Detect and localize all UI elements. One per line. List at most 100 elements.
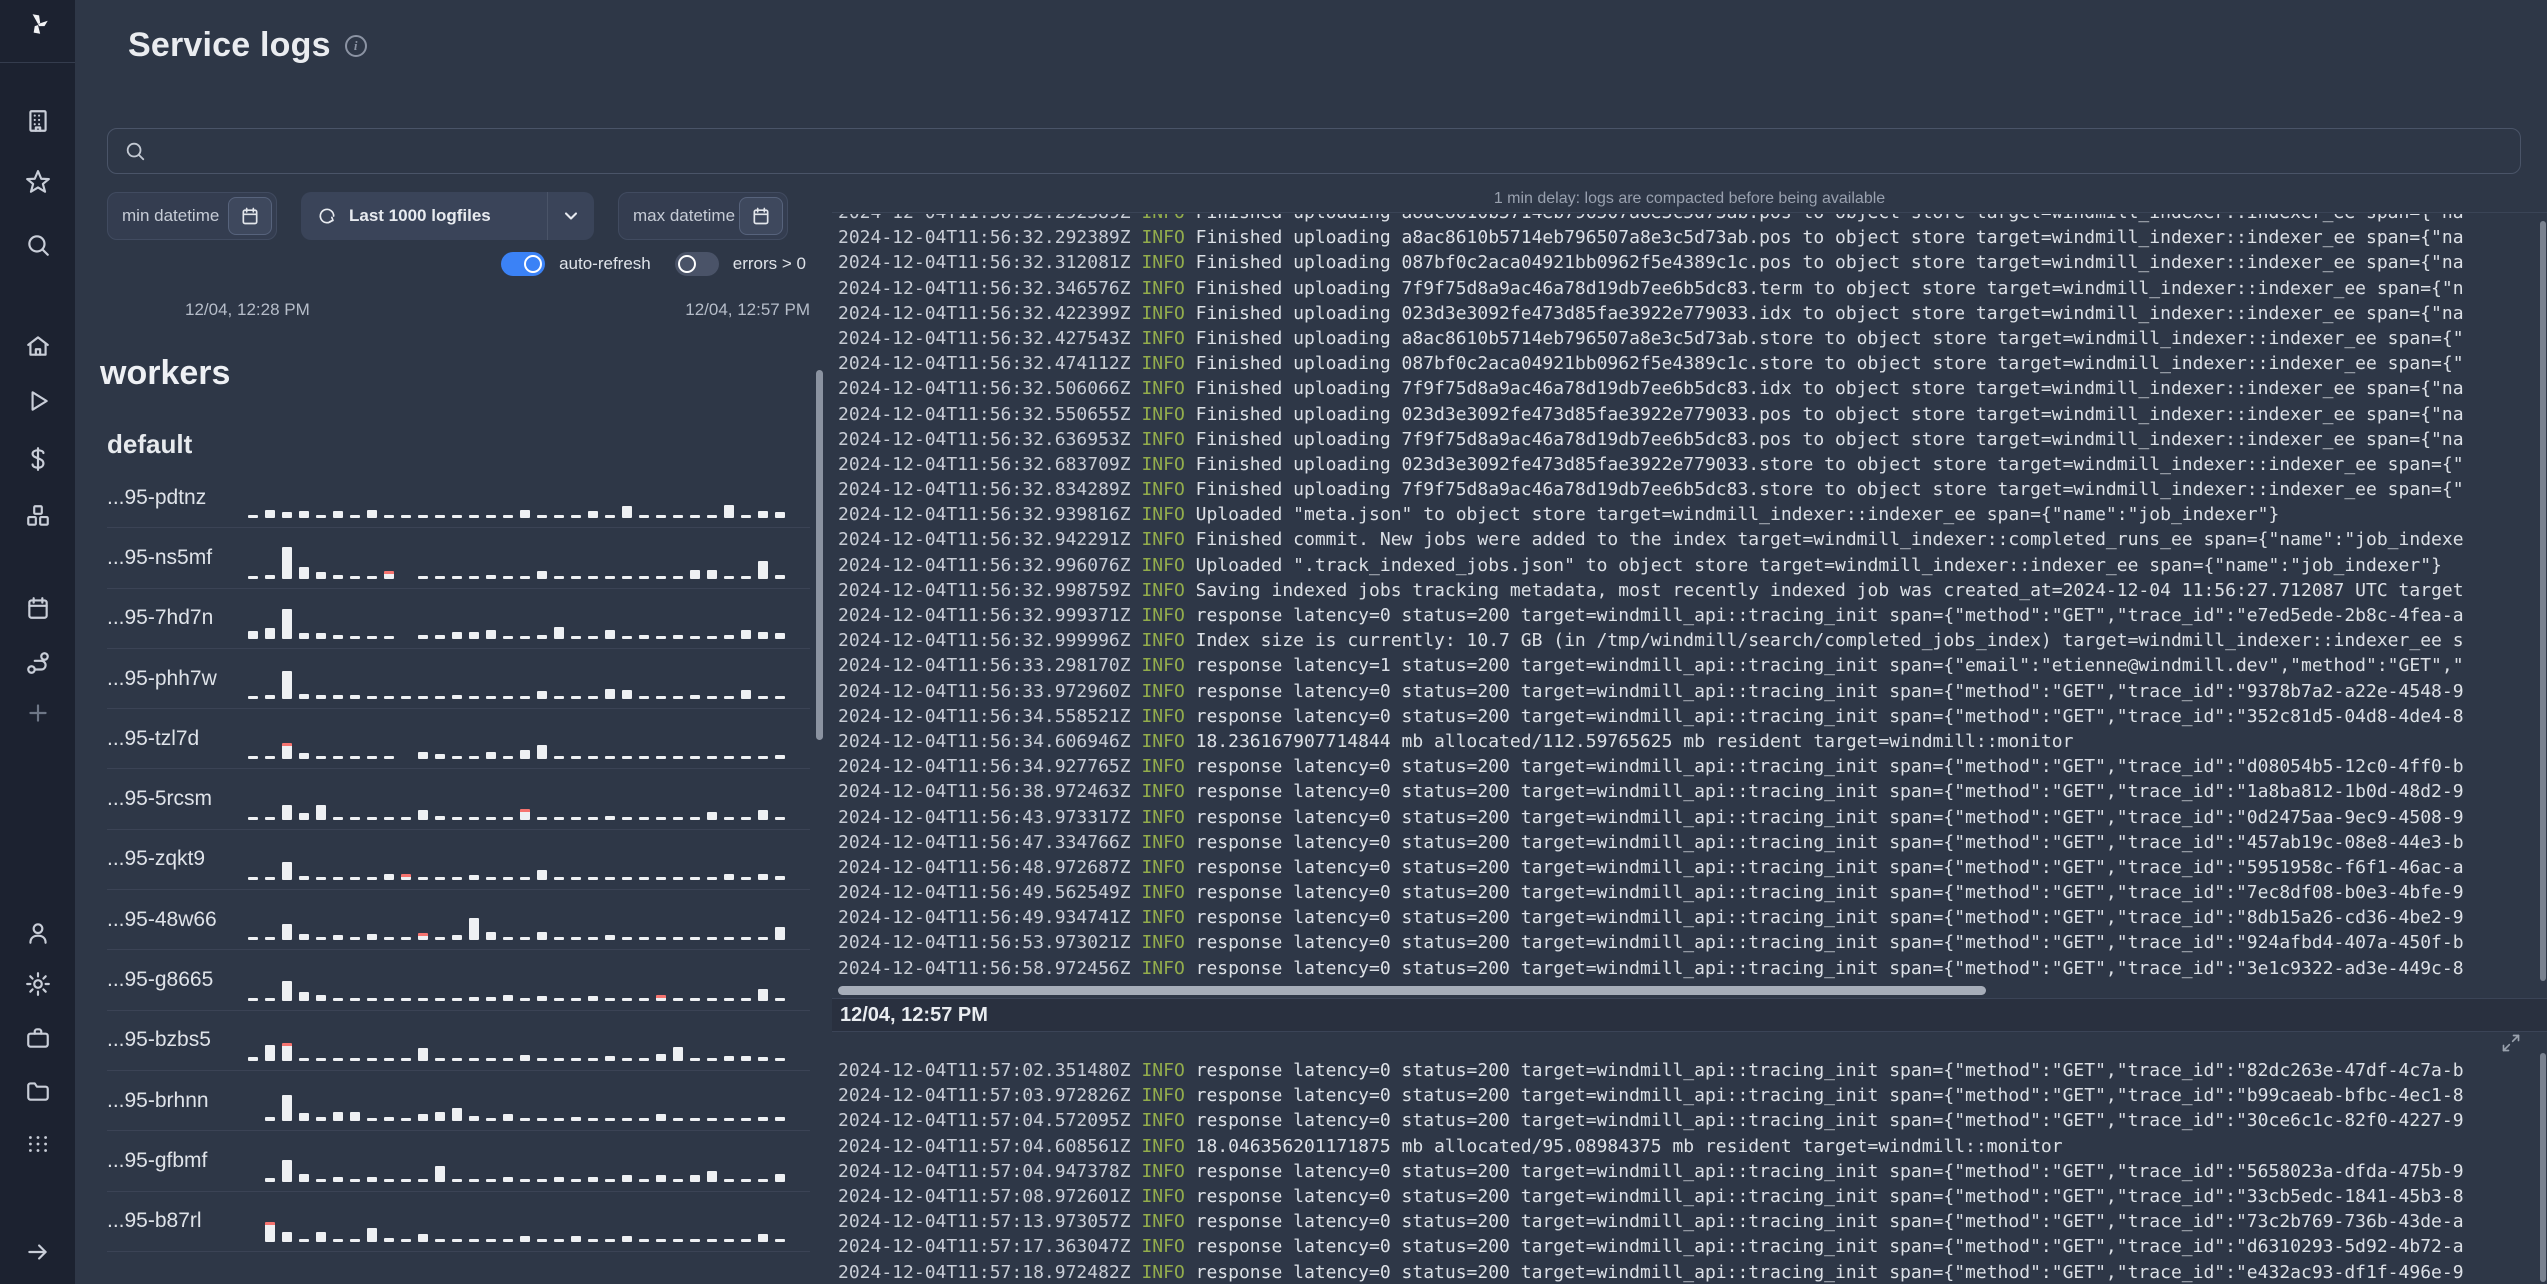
log-timestamp: 2024-12-04T11:56:34.927765Z [838, 756, 1142, 778]
gear-icon[interactable] [24, 970, 52, 998]
activity-bar [588, 877, 598, 881]
log-top-vertical-scrollbar[interactable] [2540, 221, 2546, 981]
windmill-logo-icon[interactable] [24, 10, 52, 38]
worker-row[interactable]: ...95-ns5mf [107, 528, 810, 589]
activity-bar [384, 570, 394, 579]
activity-bar [282, 1095, 292, 1122]
expand-sidebar-arrow-icon[interactable] [24, 1238, 52, 1266]
activity-bar [435, 815, 445, 820]
worker-name: ...95-bzbs5 [107, 1028, 211, 1052]
briefcase-icon[interactable] [24, 1024, 52, 1052]
worker-row[interactable]: ...95-gfbmf [107, 1131, 810, 1192]
log-message: response latency=0 status=200 target=win… [1195, 907, 2464, 929]
activity-bar [316, 1231, 326, 1242]
activity-bar [248, 937, 258, 941]
search-nav-icon[interactable] [24, 231, 52, 259]
log-message: response latency=0 status=200 target=win… [1195, 806, 2464, 828]
plus-icon[interactable] [24, 699, 52, 727]
log-line: 2024-12-04T11:56:32.292389Z INFO Finishe… [838, 225, 2537, 250]
activity-bar [690, 877, 700, 881]
worker-row[interactable]: ...95-b87rl [107, 1192, 810, 1252]
log-bottom-vertical-scrollbar[interactable] [2540, 1053, 2546, 1282]
activity-bar [299, 991, 309, 1001]
activity-bar [384, 1117, 394, 1122]
worker-row[interactable]: ...95-phh7w [107, 649, 810, 710]
log-viewer-top[interactable]: 2024-12-04T11:56:32.292389Z INFO Finishe… [838, 214, 2537, 984]
activity-bar [741, 1055, 751, 1061]
log-line: 2024-12-04T11:56:32.942291Z INFO Finishe… [838, 527, 2537, 552]
worker-row[interactable]: ...95-zqkt9 [107, 830, 810, 891]
grid-dots-icon[interactable] [24, 1130, 52, 1158]
activity-bar [486, 816, 496, 820]
route-icon[interactable] [24, 649, 52, 677]
activity-bar [486, 1178, 496, 1182]
activity-bar [639, 997, 649, 1001]
max-datetime-input[interactable]: max datetime [618, 192, 788, 240]
resources-boxes-icon[interactable] [24, 502, 52, 530]
runs-play-icon[interactable] [24, 387, 52, 415]
activity-bar [435, 696, 445, 700]
activity-bar [520, 575, 530, 579]
activity-bar [537, 816, 547, 820]
errors-toggle[interactable] [674, 252, 719, 276]
activity-bar [299, 1113, 309, 1122]
expand-icon[interactable] [2501, 1033, 2521, 1053]
activity-bar [554, 877, 564, 881]
activity-bar [435, 754, 445, 760]
search-input[interactable] [107, 128, 2521, 174]
logfiles-dropdown[interactable]: Last 1000 logfiles [301, 192, 594, 240]
auto-refresh-toggle[interactable] [501, 252, 546, 276]
activity-bar [622, 1174, 632, 1182]
activity-bar [588, 511, 598, 519]
activity-bar [333, 1057, 343, 1061]
workers-scrollbar[interactable] [816, 370, 823, 740]
dropdown-chevron-button[interactable] [548, 206, 594, 226]
log-level: INFO [1141, 252, 1196, 274]
worker-row[interactable]: ...95-pdtnz [107, 468, 810, 529]
min-datetime-calendar-button[interactable] [228, 197, 272, 235]
activity-bar [724, 1178, 734, 1182]
activity-bar [367, 1118, 377, 1122]
dollar-icon[interactable] [24, 445, 52, 473]
activity-bar [656, 937, 666, 941]
worker-row[interactable]: ...95-tzl7d [107, 709, 810, 770]
activity-bar [622, 756, 632, 760]
log-timestamp: 2024-12-04T11:56:34.558521Z [838, 705, 1142, 727]
log-level: INFO [1141, 214, 1195, 223]
activity-bar [401, 1118, 411, 1122]
activity-bar [350, 1238, 360, 1242]
log-message: response latency=0 status=200 target=win… [1195, 1085, 2464, 1107]
info-icon[interactable]: i [344, 34, 367, 57]
activity-bar [248, 997, 258, 1001]
worker-row[interactable]: ...95-48w66 [107, 890, 810, 951]
sidebar [0, 0, 75, 1284]
min-datetime-input[interactable]: min datetime [107, 192, 277, 240]
log-horizontal-scrollbar[interactable] [838, 986, 1986, 995]
user-icon[interactable] [24, 919, 52, 947]
building-icon[interactable] [24, 107, 52, 135]
log-level: INFO [1141, 327, 1196, 349]
worker-row[interactable]: ...95-7hd7n [107, 589, 810, 649]
worker-row[interactable]: ...95-g8665 [107, 950, 810, 1011]
home-icon[interactable] [24, 332, 52, 360]
activity-bar [282, 1042, 292, 1061]
star-icon[interactable] [24, 168, 52, 196]
max-datetime-calendar-button[interactable] [739, 197, 783, 235]
activity-bar [248, 816, 258, 820]
worker-row[interactable]: ...95-5rcsm [107, 769, 810, 830]
activity-bar [282, 804, 292, 820]
folder-icon[interactable] [24, 1077, 52, 1105]
log-viewer-bottom[interactable]: 2024-12-04T11:57:02.351480Z INFO respons… [838, 1053, 2537, 1284]
log-message: response latency=0 status=200 target=win… [1195, 705, 2464, 727]
service-logs-page: Service logs i min datetime Last 1000 lo… [0, 0, 2547, 1284]
schedules-calendar-icon[interactable] [24, 594, 52, 622]
log-line: 2024-12-04T11:57:03.972826Z INFO respons… [838, 1083, 2537, 1108]
activity-bar [265, 937, 275, 941]
activity-bar [656, 515, 666, 519]
worker-row[interactable]: ...95-bzbs5 [107, 1011, 810, 1071]
activity-bar [265, 1177, 275, 1182]
activity-bar [656, 994, 666, 1001]
activity-bar [690, 1174, 700, 1182]
activity-bar [265, 1117, 275, 1122]
worker-row[interactable]: ...95-brhnn [107, 1071, 810, 1132]
